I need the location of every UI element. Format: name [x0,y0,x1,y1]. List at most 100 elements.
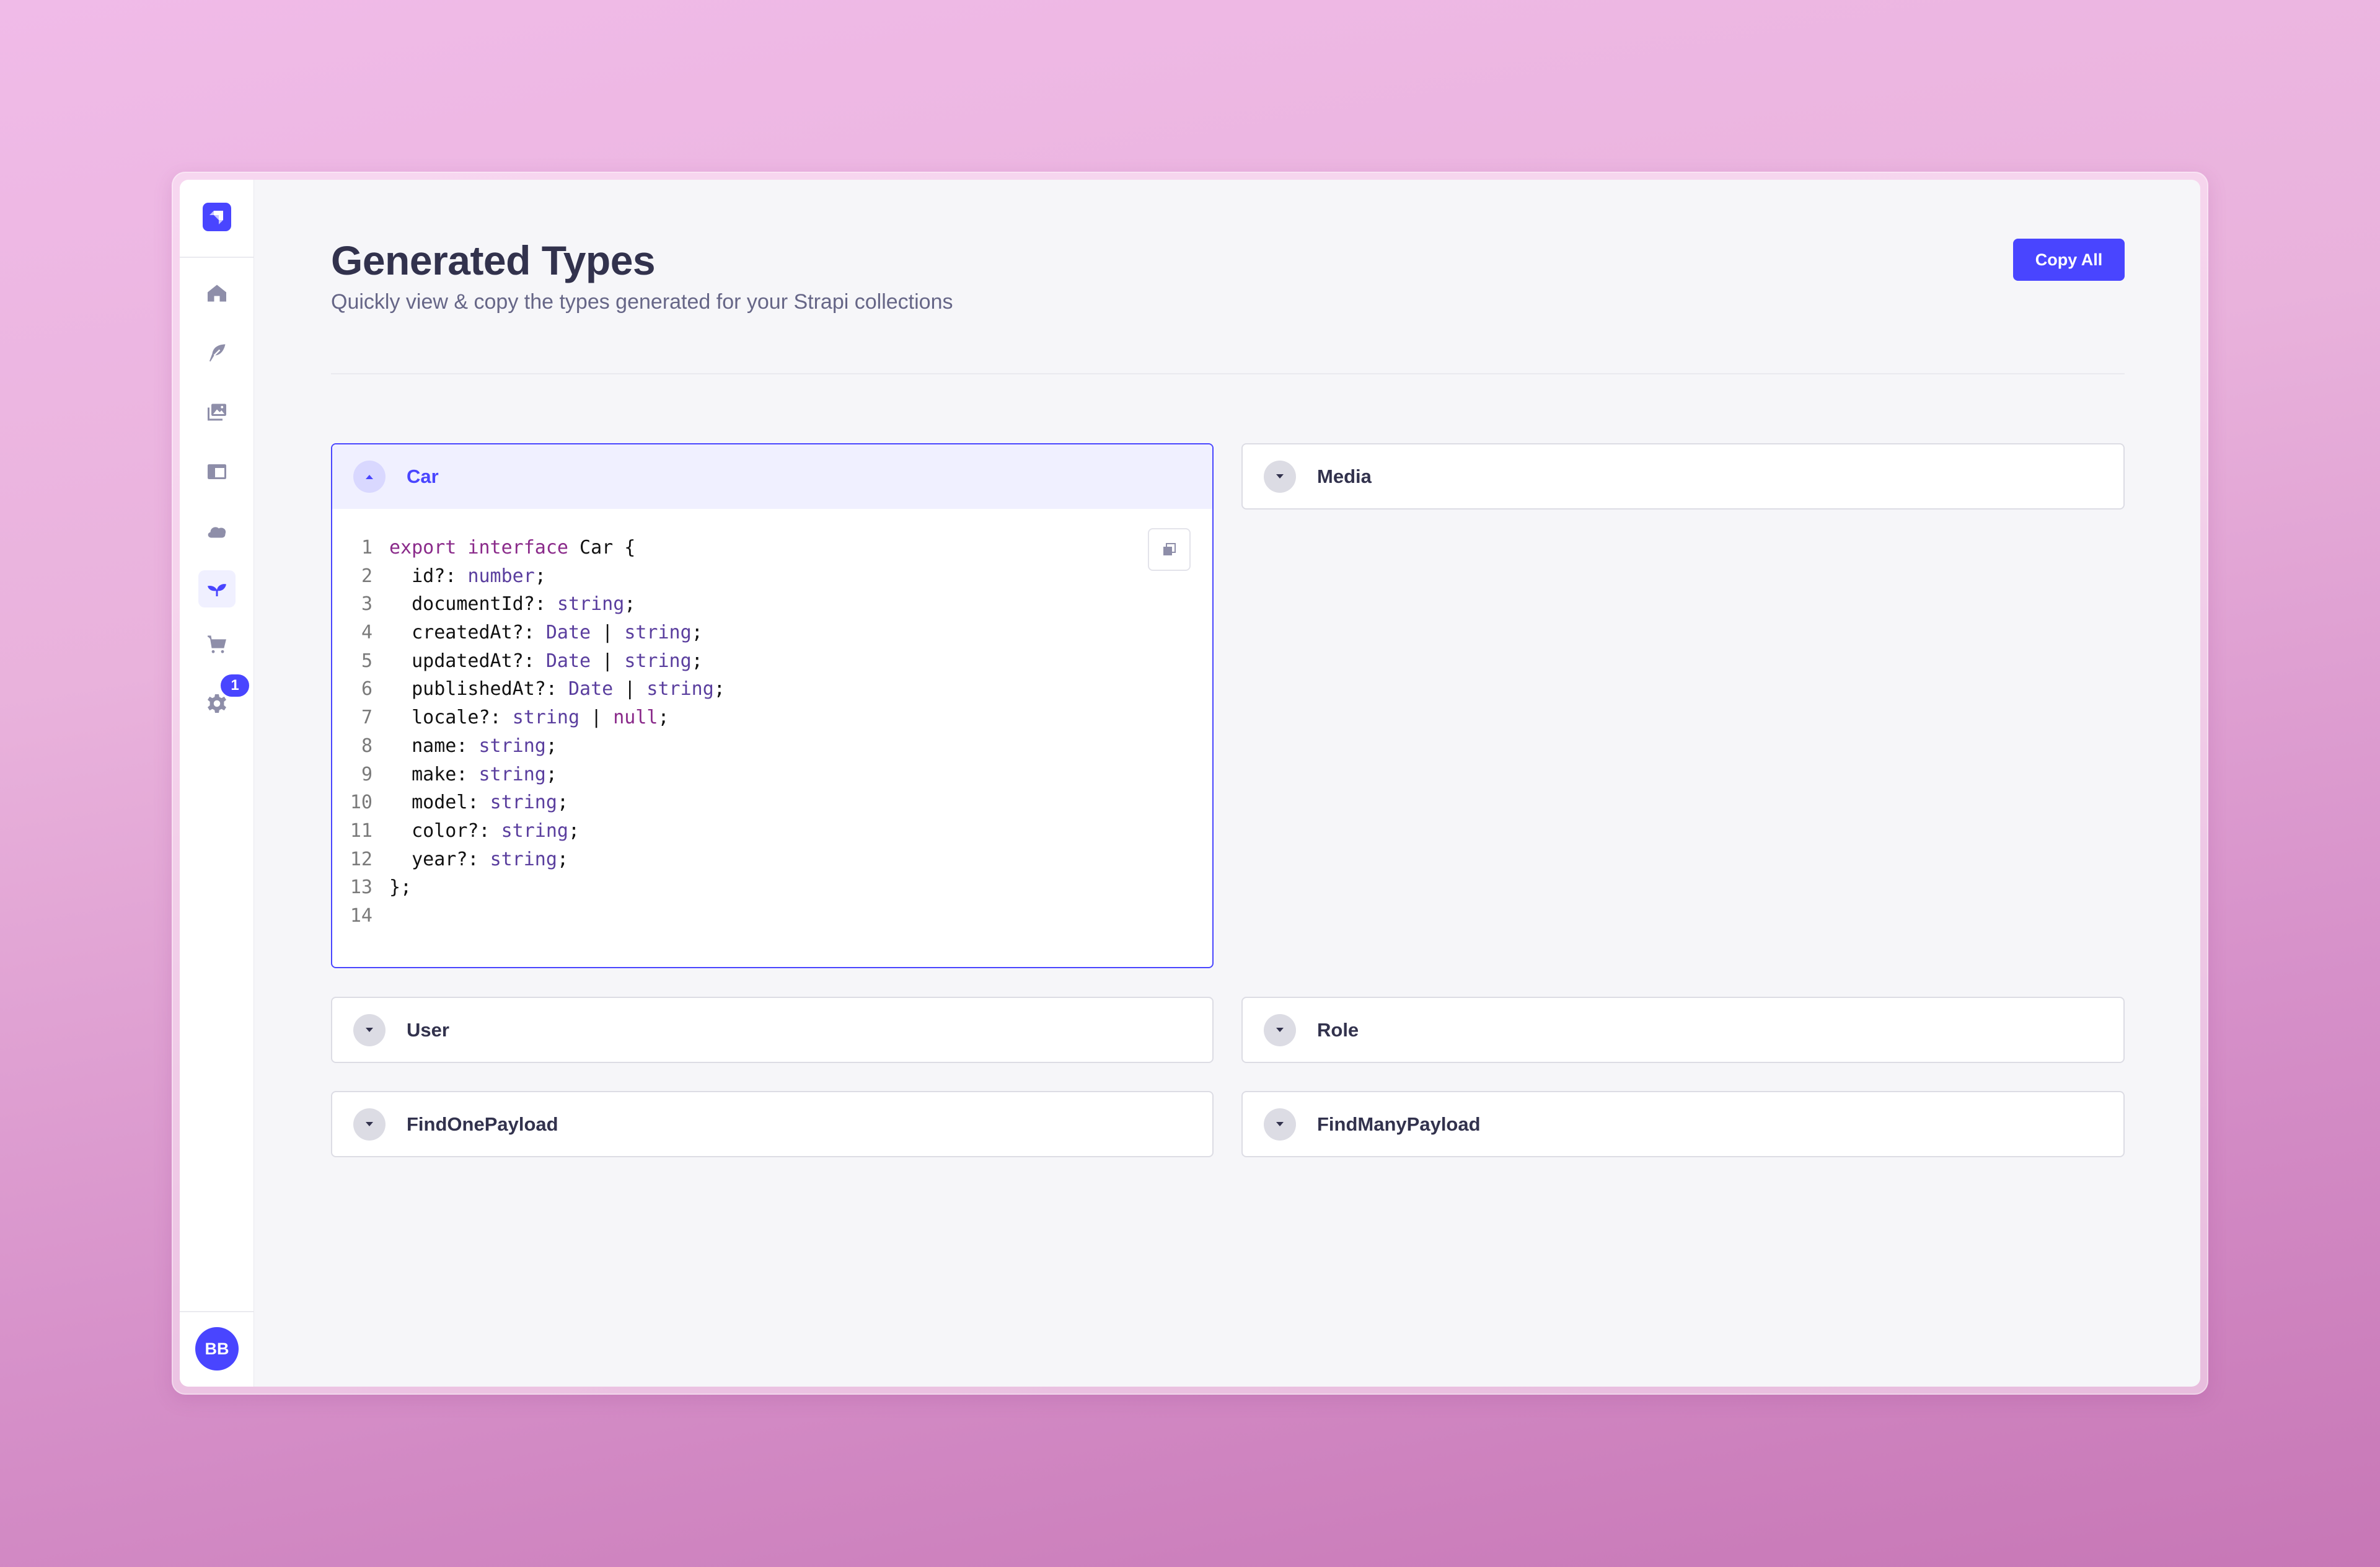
code-token-kw: export [389,537,457,558]
user-avatar[interactable]: BB [195,1327,239,1371]
chevron-down-icon[interactable] [1264,461,1296,493]
accordion-header-findmanypayload[interactable]: FindManyPayload [1243,1092,2123,1156]
sidebar-item-generated-types[interactable] [198,570,236,607]
chevron-down-icon[interactable] [1264,1014,1296,1046]
code-token: createdAt?: [389,622,546,644]
main-sidebar: 1 BB [180,180,254,1387]
sidebar-item-media-library[interactable] [198,394,236,431]
code-token-type: Date [568,678,614,700]
code-token: | [591,622,625,644]
line-number: 4 [361,622,372,644]
sidebar-item-content-manager[interactable] [198,334,236,371]
code-token-type: string [490,848,557,870]
code-token: | [591,650,625,672]
line-number: 10 [350,792,372,814]
code-token-type: string [501,819,568,842]
settings-notification-badge: 1 [219,673,250,698]
code-line: 11 color?: string; [332,817,1212,845]
layout-icon [208,464,226,479]
code-token: ; [557,848,568,870]
sidebar-item-home[interactable] [198,275,236,312]
code-token: ; [624,593,636,616]
app-window: 1 BB Generated Types Quickly view & copy… [180,180,2200,1387]
line-number: 5 [361,650,372,672]
code-token: ; [557,792,568,814]
strapi-logo-icon[interactable] [203,203,231,231]
code-line: 12 year?: string; [332,845,1212,874]
code-line: 4 createdAt?: Date | string; [332,619,1212,647]
code-line: 7 locale?: string | null; [332,704,1212,732]
code-line: 8 name: string; [332,732,1212,761]
feather-icon [209,344,226,362]
accordion-header-user[interactable]: User [332,998,1212,1062]
code-token: ; [691,650,703,672]
code-token: make: [389,763,479,785]
code-token: id?: [389,565,468,587]
code-token-null: null [613,707,658,729]
sidebar-item-content-type-builder[interactable] [198,453,236,490]
accordion-header-findonepayload[interactable]: FindOnePayload [332,1092,1212,1156]
copy-all-button[interactable]: Copy All [2013,239,2125,281]
sidebar-item-deployment[interactable] [198,513,236,550]
code-token: year?: [389,848,490,870]
header-divider [331,373,2125,374]
line-number: 3 [361,593,372,616]
type-accordion-user: User [331,997,1214,1063]
code-token: ; [545,763,557,785]
cloud-icon [208,527,226,538]
code-token: | [613,678,647,700]
code-token-type: Date [545,650,591,672]
line-number: 1 [361,537,372,558]
chevron-up-icon[interactable] [353,461,386,493]
code-line: 9 make: string; [332,761,1212,789]
code-text: id?: number; [389,562,546,591]
line-number: 14 [350,904,372,927]
code-token: model: [389,792,490,814]
code-token-type: string [557,593,625,616]
copy-code-button[interactable] [1148,528,1191,571]
line-number: 9 [361,763,372,785]
code-line: 1 export interface Car { [332,534,1212,562]
code-text: color?: string; [389,817,580,845]
page-title: Generated Types [331,237,656,283]
code-token-type: Date [545,622,591,644]
code-text: updatedAt?: Date | string; [389,647,703,676]
line-number: 8 [361,735,372,757]
code-token-type: number [467,565,535,587]
accordion-header-car[interactable]: Car [332,444,1212,509]
code-token: ; [691,622,703,644]
code-line: 6 publishedAt?: Date | string; [332,675,1212,704]
line-number: 11 [350,819,372,842]
code-token: documentId?: [389,593,557,616]
accordion-title: User [407,1019,449,1041]
type-accordion-findmanypayload: FindManyPayload [1241,1091,2125,1157]
page-subtitle: Quickly view & copy the types generated … [331,290,953,314]
code-text: publishedAt?: Date | string; [389,675,725,704]
code-text: }; [389,873,412,902]
images-icon [208,404,226,421]
code-text: createdAt?: Date | string; [389,619,703,647]
accordion-header-role[interactable]: Role [1243,998,2123,1062]
type-accordion-role: Role [1241,997,2125,1063]
code-line: 10 model: string; [332,788,1212,817]
chevron-down-icon[interactable] [1264,1108,1296,1141]
chevron-down-icon[interactable] [353,1108,386,1141]
code-token: locale?: [389,707,513,729]
code-line: 2 id?: number; [332,562,1212,591]
code-token: ; [568,819,580,842]
code-line: 3 documentId?: string; [332,590,1212,619]
logo-area [180,180,253,258]
chevron-down-icon[interactable] [353,1014,386,1046]
code-token: Car { [568,537,636,558]
code-token-type: string [624,622,692,644]
sidebar-item-marketplace[interactable] [198,626,236,663]
code-token-type: string [490,792,557,814]
code-token: ; [545,735,557,757]
seedling-icon [208,584,226,596]
code-token-type: string [646,678,714,700]
code-text: model: string; [389,788,568,817]
code-token-type: string [512,707,580,729]
type-accordion-media: Media [1241,443,2125,510]
accordion-header-media[interactable]: Media [1243,444,2123,508]
